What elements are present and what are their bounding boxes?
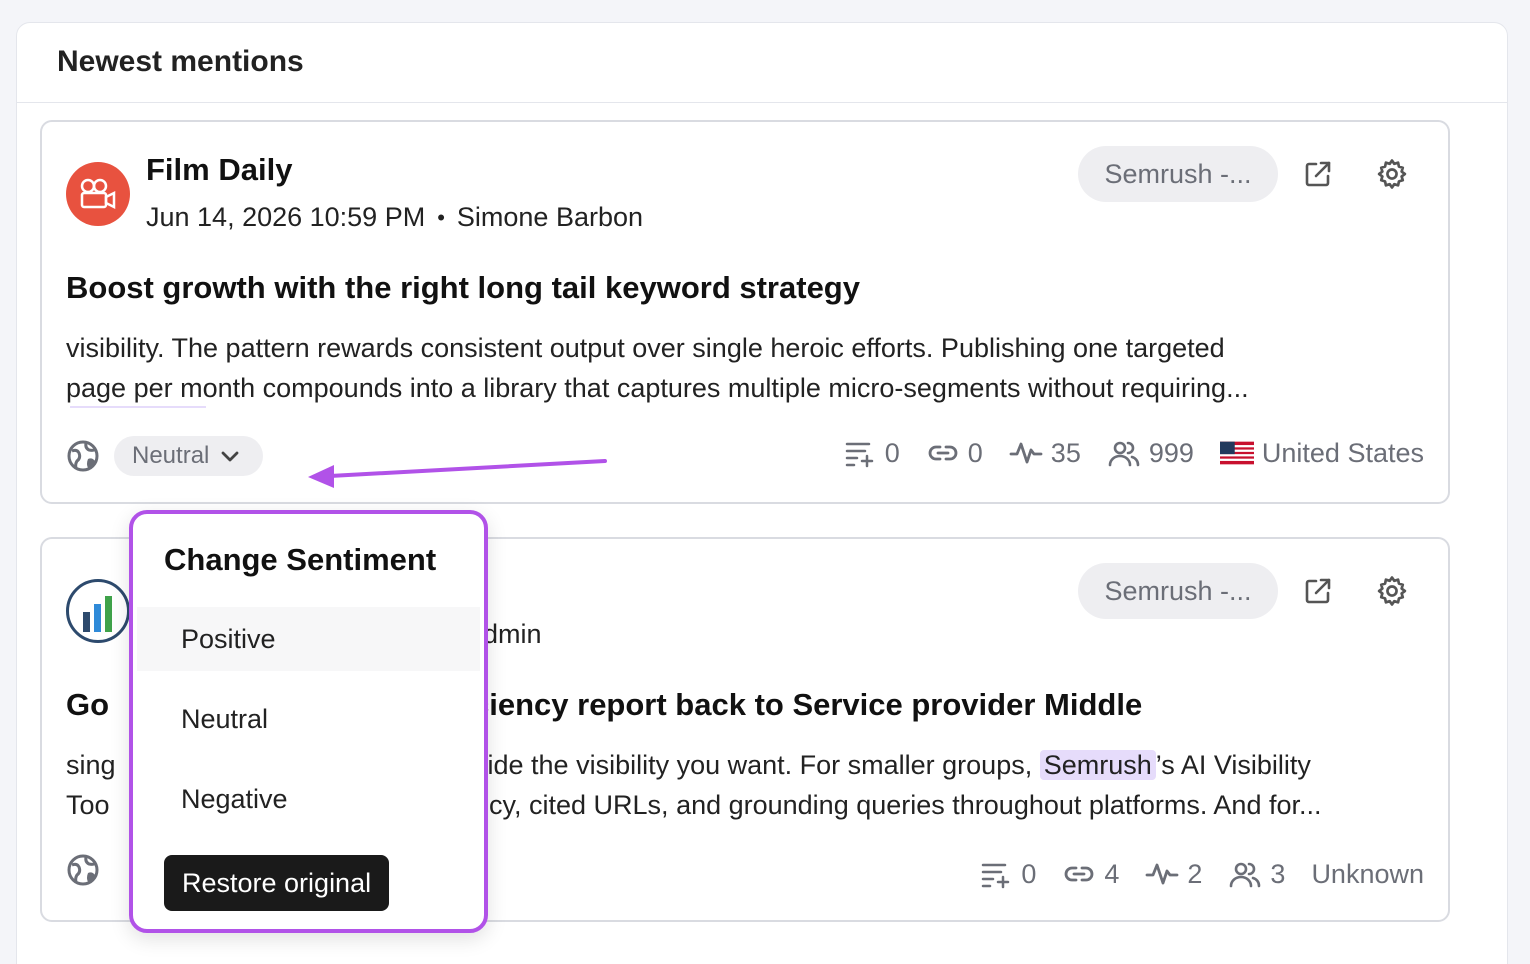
stat-country: United States bbox=[1219, 436, 1424, 470]
external-link-icon[interactable] bbox=[1300, 573, 1336, 609]
project-pill[interactable]: Semrush -... bbox=[1078, 563, 1278, 619]
sentiment-dropdown[interactable]: Neutral bbox=[114, 436, 264, 476]
sentiment-label: Neutral bbox=[132, 442, 210, 469]
stat-links: 4 bbox=[1062, 857, 1119, 891]
link-icon bbox=[1064, 866, 1094, 882]
stat-mentions: 0 bbox=[843, 436, 900, 470]
external-link-icon[interactable] bbox=[1300, 156, 1336, 192]
panel-title: Newest mentions bbox=[57, 45, 304, 78]
menu-title: Change Sentiment bbox=[164, 542, 437, 577]
menu-item-positive[interactable]: Positive bbox=[137, 607, 480, 671]
bar-chart-icon bbox=[66, 579, 130, 643]
mention-body-line: page per month compounds into a library … bbox=[66, 373, 1249, 403]
activity-icon bbox=[1009, 442, 1043, 464]
activity-icon bbox=[1145, 863, 1179, 885]
country-label: Unknown bbox=[1311, 858, 1424, 889]
stat-activity: 2 bbox=[1145, 857, 1202, 891]
brand-highlight: Semrush bbox=[1039, 750, 1156, 780]
mention-title[interactable]: Go ciency report back to Service provide… bbox=[66, 687, 1142, 723]
users-icon bbox=[1230, 862, 1261, 888]
panel-header: Newest mentions bbox=[17, 23, 1507, 103]
separator-dot: • bbox=[437, 204, 445, 230]
stat-mentions: 0 bbox=[979, 857, 1036, 891]
gear-icon[interactable] bbox=[1374, 573, 1410, 609]
mention-stats: 0 0 35 999 United States bbox=[843, 436, 1424, 470]
link-icon bbox=[928, 445, 958, 461]
mention-stats: 0 4 2 3 Unknown bbox=[979, 857, 1424, 891]
mention-footer-left: Neutral bbox=[66, 436, 264, 476]
list-sparkle-icon bbox=[982, 863, 1010, 889]
project-pill[interactable]: Semrush -... bbox=[1078, 146, 1278, 202]
users-icon bbox=[1108, 441, 1140, 467]
country-label: United States bbox=[1261, 437, 1424, 468]
mention-author: Simone Barbon bbox=[456, 202, 644, 232]
mention-date: Jun 14, 2026 10:59 PM bbox=[146, 202, 426, 232]
stat-links: 0 bbox=[926, 436, 983, 470]
change-sentiment-menu: Change Sentiment Positive Neutral Negati… bbox=[129, 510, 488, 933]
menu-item-negative[interactable]: Negative bbox=[137, 767, 480, 831]
globe-icon bbox=[67, 440, 99, 472]
mention-body-line: visibility. The pattern rewards consiste… bbox=[66, 333, 1225, 363]
gear-icon[interactable] bbox=[1374, 156, 1410, 192]
highlight-underline bbox=[70, 406, 206, 408]
mention-body: visibility. The pattern rewards consiste… bbox=[66, 328, 1426, 408]
list-sparkle-icon bbox=[845, 442, 873, 468]
mention-card: Film Daily Jun 14, 2026 10:59 PM • Simon… bbox=[40, 120, 1450, 504]
us-flag-icon bbox=[1219, 441, 1254, 465]
menu-item-neutral[interactable]: Neutral bbox=[137, 687, 480, 751]
mention-meta: Jun 14, 2026 10:59 PM • Simone Barbon bbox=[146, 202, 643, 233]
stat-activity: 35 bbox=[1009, 436, 1081, 470]
film-camera-icon bbox=[66, 162, 130, 226]
chevron-down-icon bbox=[221, 451, 239, 462]
stat-reach: 999 bbox=[1107, 436, 1194, 470]
stat-reach: 3 bbox=[1228, 857, 1285, 891]
source-name[interactable]: Film Daily bbox=[146, 152, 292, 188]
mention-title[interactable]: Boost growth with the right long tail ke… bbox=[66, 270, 860, 306]
restore-original-button[interactable]: Restore original bbox=[164, 855, 390, 911]
mention-footer-left bbox=[66, 853, 100, 887]
globe-icon bbox=[67, 854, 99, 886]
stat-country: Unknown bbox=[1311, 859, 1424, 890]
